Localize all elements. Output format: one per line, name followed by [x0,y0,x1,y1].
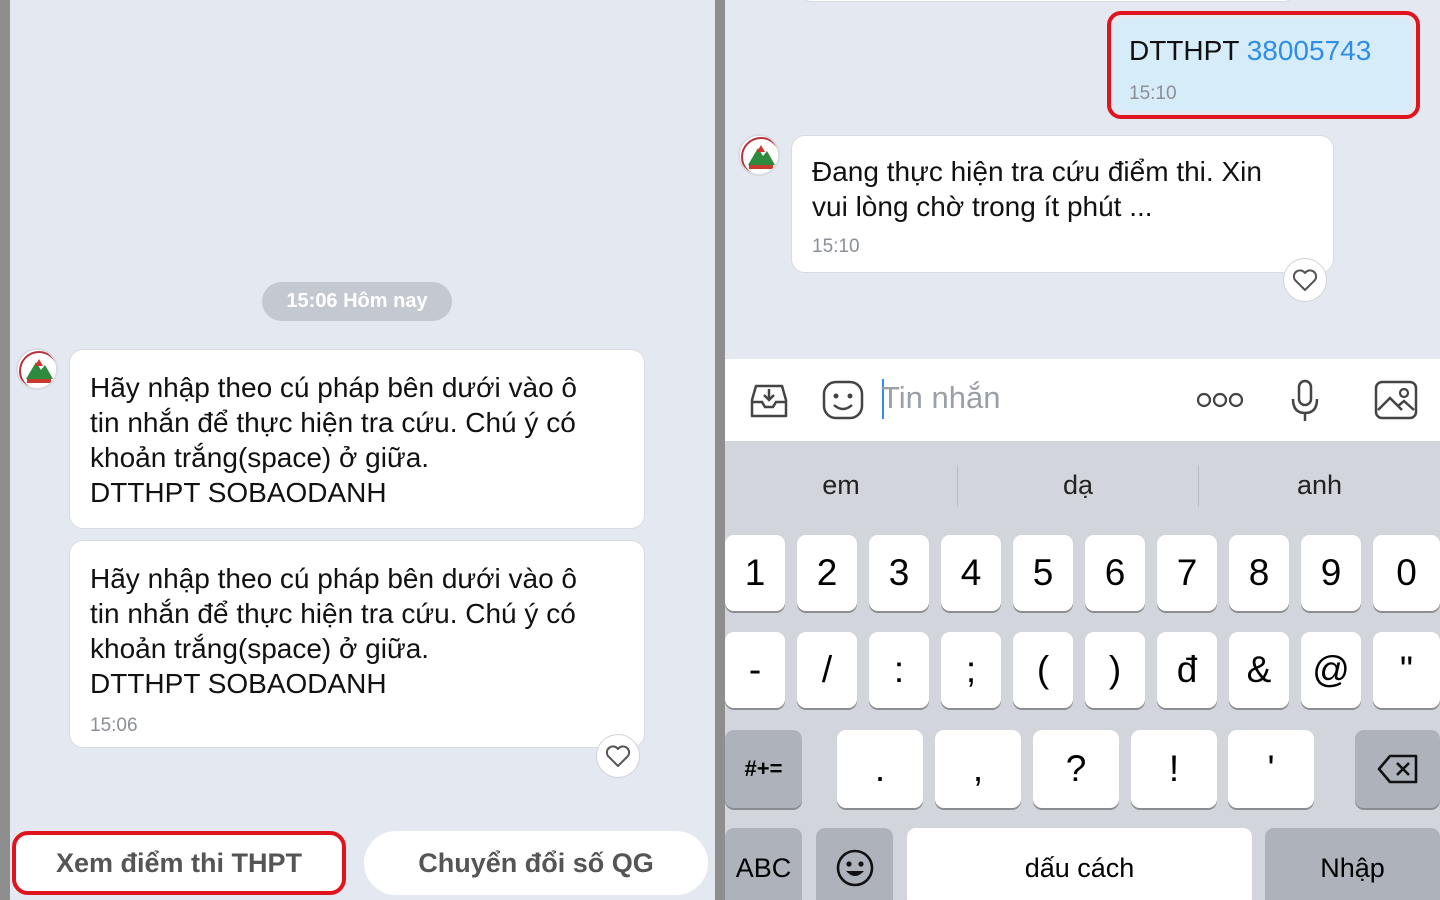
emoji-icon [836,849,873,887]
suggestion-anh[interactable]: anh [1199,461,1440,509]
message-input[interactable]: Tin nhắn [881,380,1001,416]
key-comma[interactable]: , [935,730,1021,808]
key-ampersand[interactable]: & [1229,632,1289,708]
bot-message: Hãy nhập theo cú pháp bên dưới vào ô tin… [69,349,645,529]
sticker-icon [822,380,864,420]
image-icon [1374,380,1418,420]
key-at[interactable]: @ [1301,632,1361,708]
key-question[interactable]: ? [1033,730,1119,808]
backspace-icon [1377,754,1417,784]
quick-reply-label: Chuyển đổi số QG [418,847,654,878]
message-input-bar: Tin nhắn [725,359,1440,441]
message-time: 15:10 [1129,83,1177,104]
key-period[interactable]: . [837,730,923,808]
sent-prefix: DTTHPT [1129,35,1247,66]
sticker-button[interactable] [819,379,867,421]
message-text: Hãy nhập theo cú pháp bên dưới vào ô tin… [90,372,578,508]
more-icon [1196,392,1244,408]
key-6[interactable]: 6 [1085,535,1145,611]
key-0[interactable]: 0 [1373,535,1440,611]
key-7[interactable]: 7 [1157,535,1217,611]
enter-key[interactable]: Nhập [1265,828,1440,900]
quick-reply-chuyen-doi[interactable]: Chuyển đổi số QG [364,831,708,895]
heart-icon [605,745,631,767]
logo-avatar-icon [19,351,56,388]
key-dash[interactable]: - [725,632,785,708]
key-close-paren[interactable]: ) [1085,632,1145,708]
message-text: Đang thực hiện tra cứu điểm thi. Xin vui… [812,156,1262,222]
key-8[interactable]: 8 [1229,535,1289,611]
suggestion-em[interactable]: em [725,461,957,509]
key-open-paren[interactable]: ( [1013,632,1073,708]
key-2[interactable]: 2 [797,535,857,611]
chat-panel-left: 15:06 Hôm nay Hãy nhập theo cú pháp bên … [10,0,715,900]
inbox-icon [750,384,788,418]
more-button[interactable] [1195,379,1245,421]
key-abc[interactable]: ABC [725,828,802,900]
key-slash[interactable]: / [797,632,857,708]
previous-message-edge [800,0,1295,2]
key-semicolon[interactable]: ; [941,632,1001,708]
react-button[interactable] [596,734,640,778]
quick-reply-xem-diem[interactable]: Xem điểm thi THPT [12,831,346,895]
inbox-button[interactable] [745,379,793,421]
sent-message: DTTHPT 38005743 15:10 [1115,19,1412,111]
date-divider: 15:06 Hôm nay [262,282,452,321]
voice-button[interactable] [1285,379,1325,423]
message-text: Hãy nhập theo cú pháp bên dưới vào ô tin… [90,563,578,699]
sent-message-text: DTTHPT 38005743 [1129,35,1398,67]
key-1[interactable]: 1 [725,535,785,611]
key-4[interactable]: 4 [941,535,1001,611]
key-3[interactable]: 3 [869,535,929,611]
react-button[interactable] [1283,258,1327,302]
mic-icon [1291,379,1319,421]
key-apostrophe[interactable]: ' [1228,730,1314,808]
heart-icon [1292,269,1318,291]
chat-panel-right: DTTHPT 38005743 15:10 Đang thực hiện tra… [725,0,1440,900]
sent-message-highlight: DTTHPT 38005743 15:10 [1107,11,1420,119]
keyboard: em dạ anh 1 2 3 4 5 6 7 8 9 0 - / : ; ( … [725,441,1440,900]
quick-reply-label: Xem điểm thi THPT [55,847,303,878]
key-colon[interactable]: : [869,632,929,708]
key-5[interactable]: 5 [1013,535,1073,611]
sent-number[interactable]: 38005743 [1247,35,1372,66]
oa-avatar[interactable] [16,348,58,390]
emoji-key[interactable] [816,828,893,900]
message-time: 15:10 [812,236,860,257]
key-symbols-mode[interactable]: #+= [725,730,802,808]
oa-avatar[interactable] [738,134,780,176]
bot-message: Đang thực hiện tra cứu điểm thi. Xin vui… [791,135,1334,273]
key-exclamation[interactable]: ! [1131,730,1217,808]
suggestion-da[interactable]: dạ [958,461,1198,509]
key-d-stroke[interactable]: đ [1157,632,1217,708]
key-quote[interactable]: " [1373,632,1440,708]
message-time: 15:06 [90,715,138,736]
backspace-key[interactable] [1355,730,1440,808]
space-key[interactable]: dấu cách [907,828,1252,900]
image-button[interactable] [1373,379,1419,421]
bot-message: Hãy nhập theo cú pháp bên dưới vào ô tin… [69,540,645,748]
key-9[interactable]: 9 [1301,535,1361,611]
logo-avatar-icon [741,137,778,174]
